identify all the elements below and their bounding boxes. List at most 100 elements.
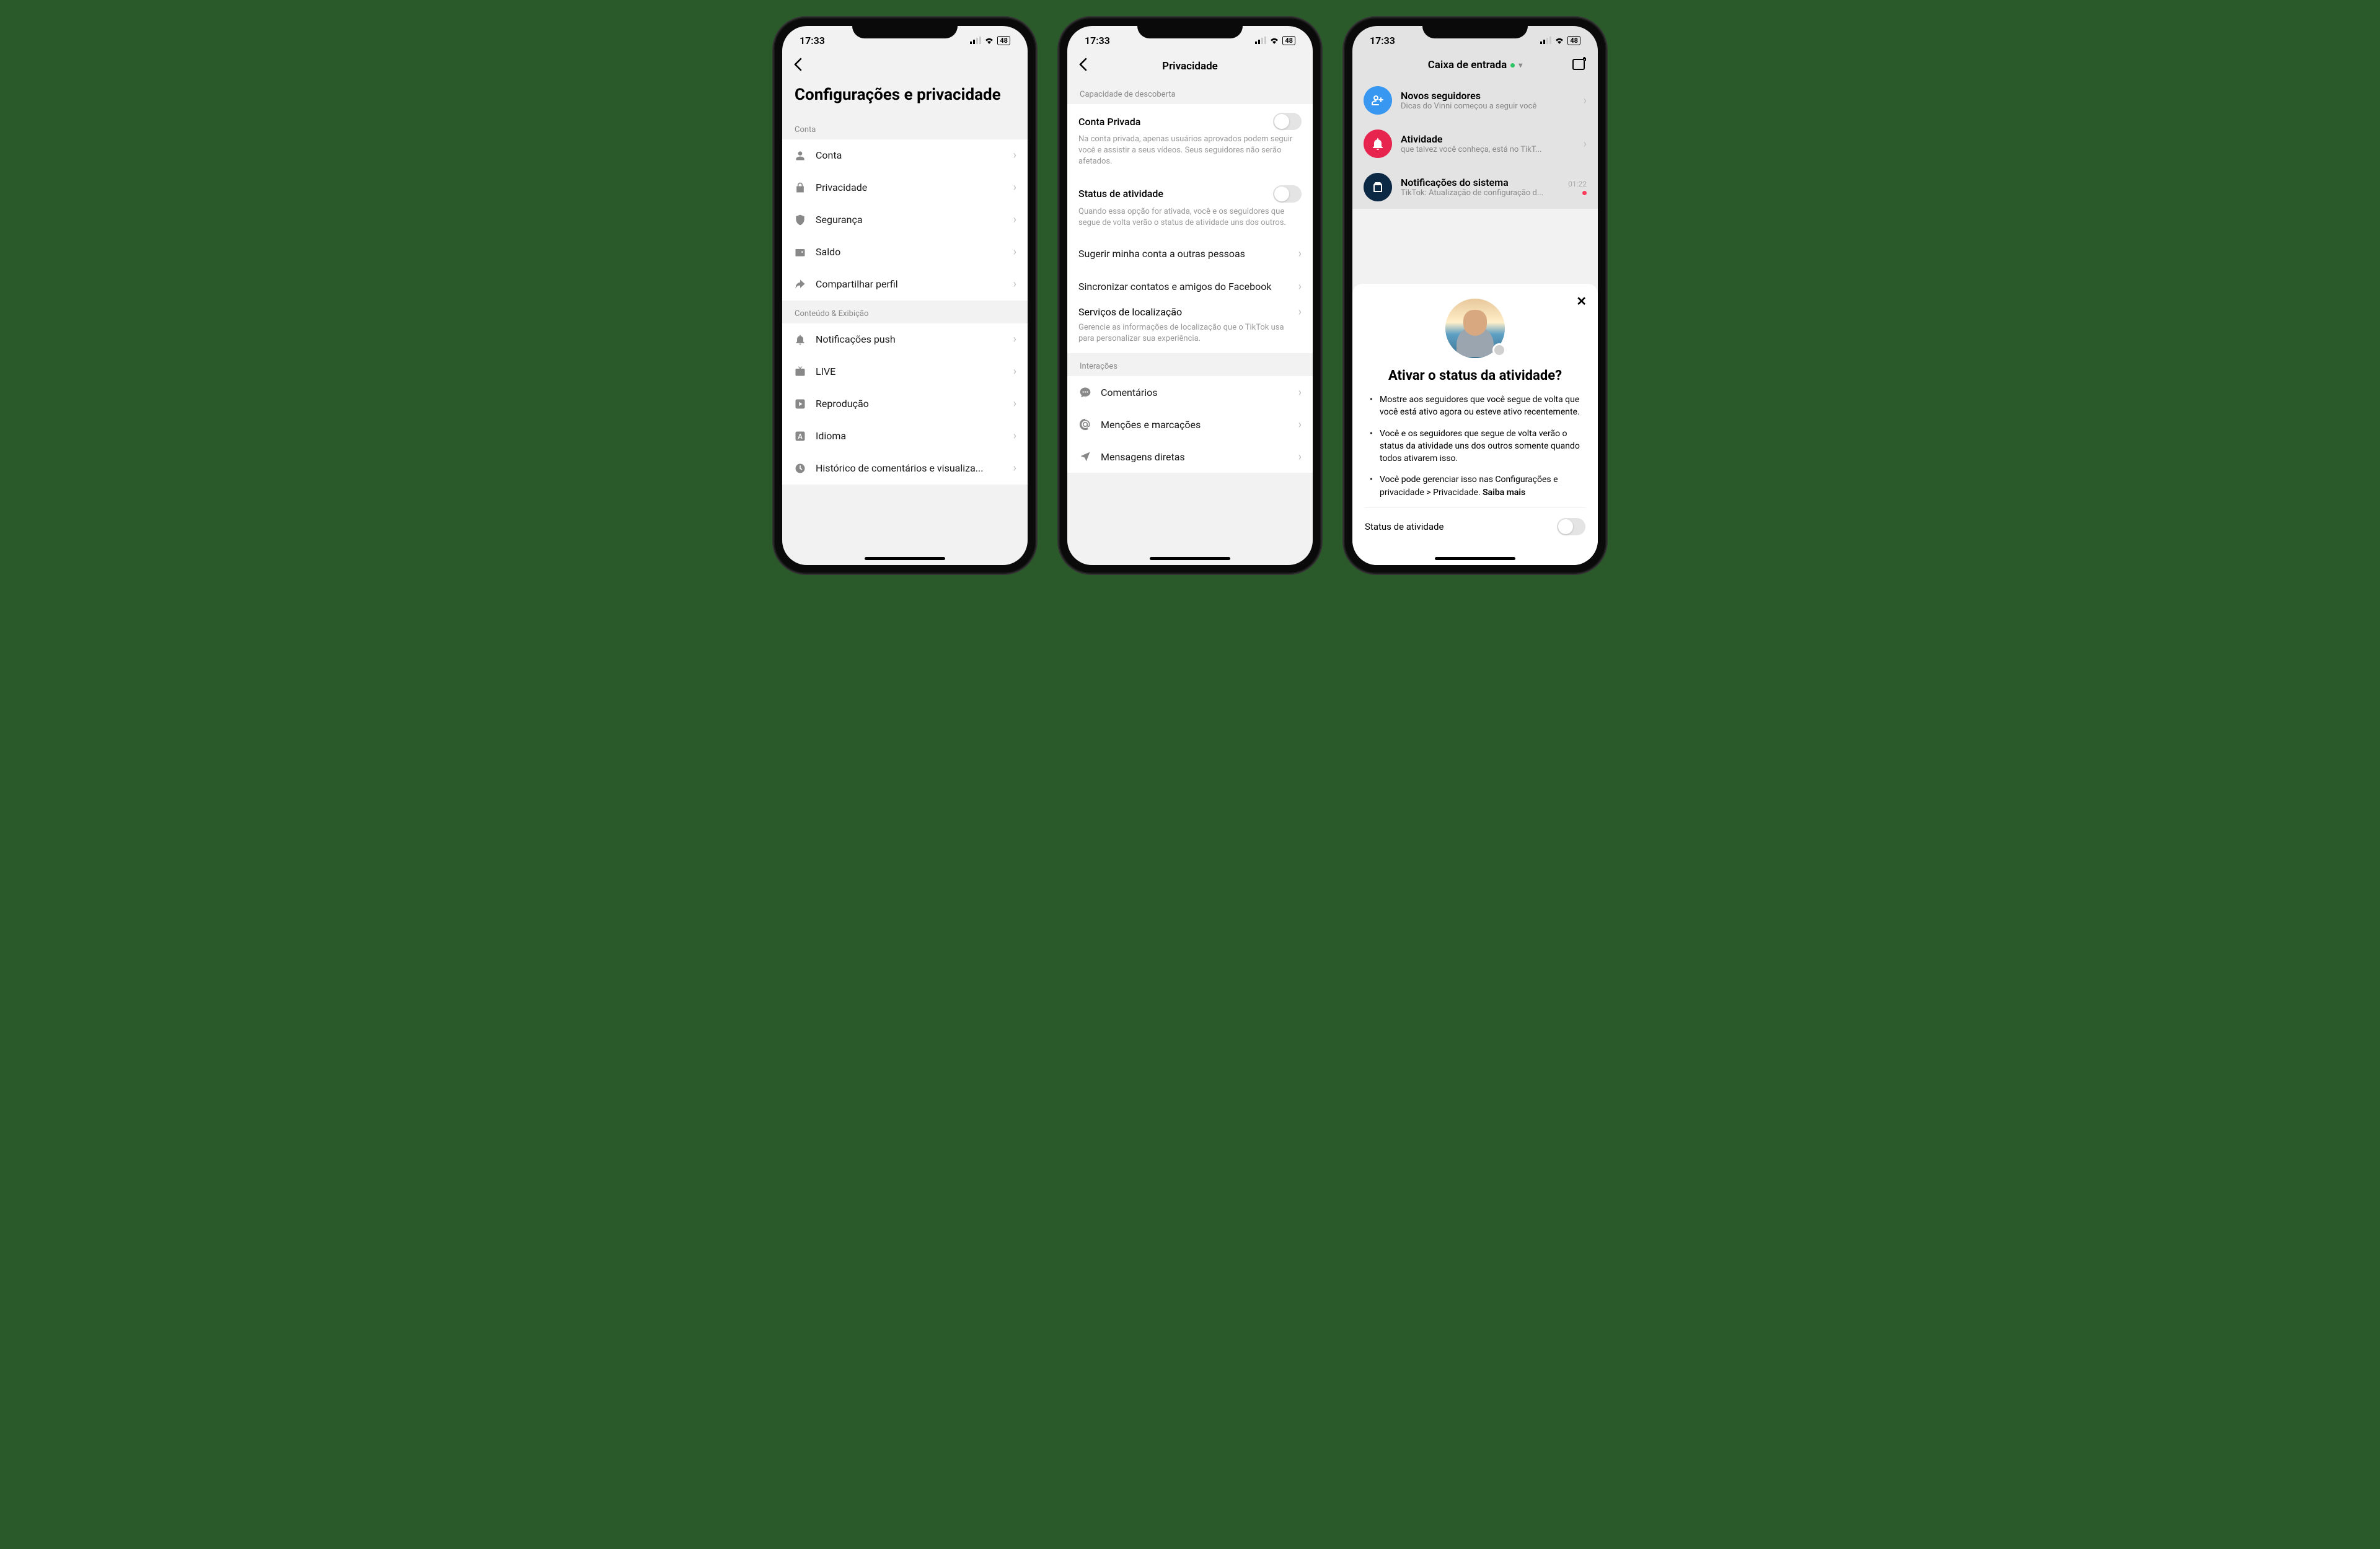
person-icon (793, 149, 807, 162)
svg-text:A: A (798, 432, 803, 441)
inbox-content: Novos seguidores Dicas do Vinni começou … (1401, 90, 1575, 111)
status-indicators: 48 (970, 35, 1010, 46)
row-live[interactable]: LIVE › (782, 356, 1028, 388)
activity-icon (1364, 129, 1392, 158)
chevron-right-icon: › (1013, 278, 1016, 291)
private-account-desc: Na conta privada, apenas usuários aprova… (1078, 134, 1302, 168)
row-label: Comentários (1101, 387, 1290, 398)
chevron-right-icon: › (1298, 247, 1302, 260)
notch (852, 19, 958, 38)
row-sync-contacts[interactable]: Sincronizar contatos e amigos do Faceboo… (1067, 270, 1313, 303)
unread-dot-icon (1582, 191, 1587, 195)
clock-icon (793, 462, 807, 475)
chevron-right-icon: › (1013, 181, 1016, 194)
row-location-services[interactable]: Serviços de localização › Gerencie as in… (1067, 303, 1313, 353)
row-label: Mensagens diretas (1101, 451, 1290, 463)
inbox-title-button[interactable]: Caixa de entrada ▾ (1428, 59, 1523, 71)
nav-header: Privacidade (1067, 51, 1313, 81)
row-direct-messages[interactable]: Mensagens diretas › (1067, 441, 1313, 473)
row-security[interactable]: Segurança › (782, 204, 1028, 236)
learn-more-link[interactable]: Saiba mais (1483, 488, 1525, 498)
lock-icon (793, 181, 807, 195)
discoverability-list: Conta Privada Na conta privada, apenas u… (1067, 104, 1313, 353)
inbox-title-text: Caixa de entrada (1428, 59, 1507, 71)
status-time: 17:33 (1370, 35, 1395, 46)
sheet-bullet: Você pode gerenciar isso nas Configuraçõ… (1370, 473, 1580, 499)
sheet-bullet: Mostre aos seguidores que você segue de … (1370, 393, 1580, 419)
status-dot-icon (1492, 343, 1506, 357)
inbox-row-system[interactable]: Notificações do sistema TikTok: Atualiza… (1352, 165, 1598, 209)
chevron-right-icon: › (1013, 429, 1016, 442)
inbox-row-followers[interactable]: Novos seguidores Dicas do Vinni começou … (1352, 79, 1598, 122)
compose-button[interactable] (1572, 57, 1587, 73)
row-history[interactable]: Histórico de comentários e visualiza... … (782, 452, 1028, 485)
shield-icon (793, 213, 807, 227)
dimmed-background: 17:33 48 Caixa de entrada ▾ Novos se (1352, 26, 1598, 209)
row-suggest-account[interactable]: Sugerir minha conta a outras pessoas › (1067, 237, 1313, 270)
sheet-bullets: Mostre aos seguidores que você segue de … (1365, 393, 1585, 499)
back-button[interactable] (1078, 58, 1087, 75)
row-label: Conta (816, 149, 1005, 161)
row-balance[interactable]: Saldo › (782, 236, 1028, 268)
row-label: LIVE (816, 366, 1005, 377)
nav-header (782, 51, 1028, 81)
screen-inbox: 17:33 48 Caixa de entrada ▾ Novos se (1352, 26, 1598, 565)
activity-status-toggle[interactable] (1273, 185, 1302, 203)
row-privacy[interactable]: Privacidade › (782, 172, 1028, 204)
sync-label: Sincronizar contatos e amigos do Faceboo… (1078, 281, 1298, 292)
notch (1137, 19, 1243, 38)
sheet-activity-toggle[interactable] (1557, 518, 1585, 535)
chevron-right-icon: › (1298, 305, 1302, 318)
row-mentions[interactable]: Menções e marcações › (1067, 408, 1313, 441)
inbox-row-sub: TikTok: Atualização de configuração d... (1401, 188, 1559, 198)
row-push-notifications[interactable]: Notificações push › (782, 323, 1028, 356)
chevron-right-icon: › (1013, 213, 1016, 226)
row-label: Segurança (816, 214, 1005, 226)
chevron-right-icon: › (1013, 365, 1016, 378)
wifi-icon (1554, 35, 1564, 46)
row-share-profile[interactable]: Compartilhar perfil › (782, 268, 1028, 301)
home-indicator[interactable] (1150, 557, 1230, 560)
home-indicator[interactable] (865, 557, 945, 560)
row-playback[interactable]: Reprodução › (782, 388, 1028, 420)
at-icon (1078, 418, 1092, 431)
row-label: Menções e marcações (1101, 419, 1290, 431)
inbox-row-title: Atividade (1401, 133, 1575, 145)
private-account-toggle[interactable] (1273, 113, 1302, 130)
wallet-icon (793, 245, 807, 259)
battery-icon: 48 (997, 36, 1010, 45)
signal-icon (970, 35, 981, 46)
live-icon (793, 365, 807, 379)
status-time: 17:33 (800, 35, 825, 46)
signal-icon (1255, 35, 1266, 46)
home-indicator[interactable] (1435, 557, 1515, 560)
back-button[interactable] (793, 58, 802, 75)
row-language[interactable]: A Idioma › (782, 420, 1028, 452)
followers-icon (1364, 86, 1392, 115)
sheet-bullet: Você e os seguidores que segue de volta … (1370, 428, 1580, 465)
row-label: Idioma (816, 430, 1005, 442)
suggest-label: Sugerir minha conta a outras pessoas (1078, 248, 1298, 260)
phone-inbox: 17:33 48 Caixa de entrada ▾ Novos se (1345, 19, 1605, 573)
row-label: Reprodução (816, 398, 1005, 410)
row-comments[interactable]: Comentários › (1067, 376, 1313, 408)
private-account-label: Conta Privada (1078, 116, 1140, 128)
wifi-icon (984, 35, 994, 46)
row-label: Compartilhar perfil (816, 278, 1005, 290)
row-private-account: Conta Privada Na conta privada, apenas u… (1067, 104, 1313, 177)
row-label: Privacidade (816, 182, 1005, 193)
inbox-content: Atividade que talvez você conheça, está … (1401, 133, 1575, 154)
notch (1422, 19, 1528, 38)
row-label: Notificações push (816, 333, 1005, 345)
inbox-row-activity[interactable]: Atividade que talvez você conheça, está … (1352, 122, 1598, 165)
chevron-right-icon: › (1584, 94, 1587, 107)
inbox-content: Notificações do sistema TikTok: Atualiza… (1401, 177, 1559, 198)
status-indicators: 48 (1540, 35, 1580, 46)
activity-status-sheet: ✕ Ativar o status da atividade? Mostre a… (1352, 284, 1598, 565)
section-header-content: Conteúdo & Exibição (782, 301, 1028, 323)
chevron-right-icon: › (1013, 245, 1016, 258)
status-indicators: 48 (1255, 35, 1295, 46)
inbox-row-title: Notificações do sistema (1401, 177, 1559, 188)
row-account[interactable]: Conta › (782, 139, 1028, 172)
chevron-right-icon: › (1298, 418, 1302, 431)
